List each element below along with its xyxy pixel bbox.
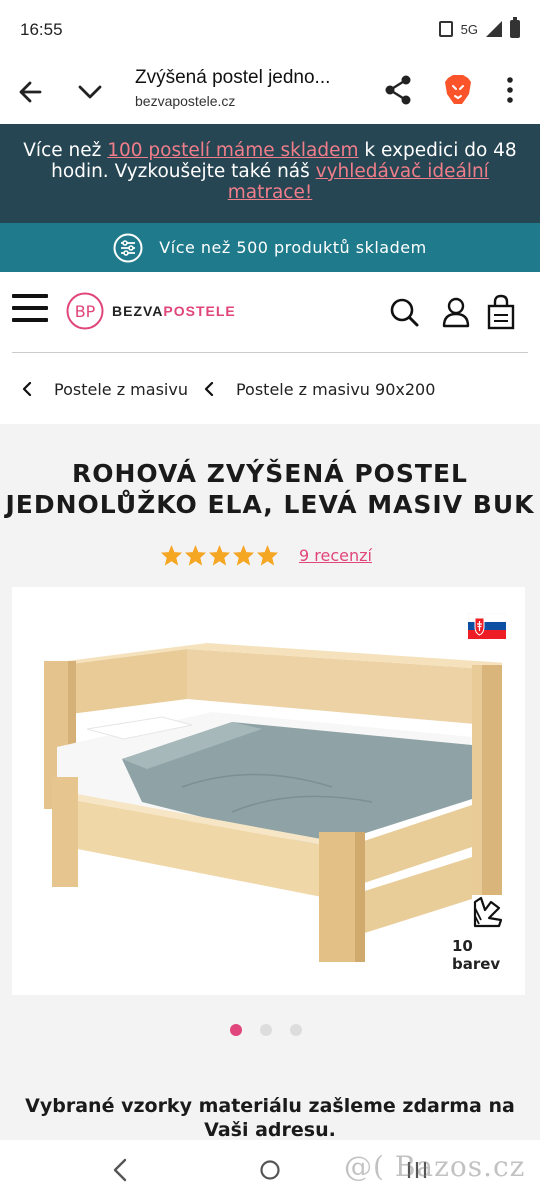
more-menu-icon[interactable] xyxy=(496,72,524,108)
shopping-bag-icon[interactable] xyxy=(486,294,516,330)
battery-icon xyxy=(510,17,520,38)
slovak-flag-icon xyxy=(468,613,506,639)
signal-icon xyxy=(486,21,502,37)
star-icon xyxy=(184,544,207,566)
sliders-icon xyxy=(113,233,143,262)
network-label: 5G xyxy=(460,21,478,37)
stock-text: Více než 500 produktů skladem xyxy=(159,238,427,257)
site-logo[interactable]: BP BEZVAPOSTELE xyxy=(66,292,236,330)
rating-stars xyxy=(160,544,279,567)
star-icon xyxy=(160,544,183,566)
reviews-link[interactable]: 9 recenzí xyxy=(299,546,372,565)
promo-banner: Více než 100 postelí máme skladem k expe… xyxy=(0,124,540,223)
logo-initials: BP xyxy=(75,302,96,321)
product-title: ROHOVÁ ZVÝŠENÁ POSTEL JEDNOLŮŽKO ELA, LE… xyxy=(5,459,535,519)
product-rating[interactable]: 9 recenzí xyxy=(160,544,372,567)
bed-illustration xyxy=(44,643,502,962)
star-icon xyxy=(208,544,231,566)
breadcrumb-item-90x200[interactable]: Postele z masivu 90x200 xyxy=(236,380,435,399)
gallery-dot[interactable] xyxy=(290,1024,302,1036)
browser-url[interactable]: bezvapostele.cz xyxy=(135,93,235,109)
promo-link-stock[interactable]: 100 postelí máme skladem xyxy=(107,140,358,161)
colors-count-label[interactable]: 10 barev xyxy=(452,937,525,973)
nfc-icon xyxy=(438,21,453,37)
chevron-left-icon xyxy=(204,382,214,396)
system-nav-bar: @( Bazos.cz xyxy=(0,1140,540,1200)
user-icon[interactable] xyxy=(441,296,471,328)
status-icons: 5G xyxy=(438,17,520,38)
gallery-pagination xyxy=(230,1024,302,1036)
brave-lion-icon[interactable] xyxy=(440,72,476,108)
promo-text-start: Více než xyxy=(23,140,108,161)
status-time: 16:55 xyxy=(20,20,63,39)
gallery-dot[interactable] xyxy=(260,1024,272,1036)
stock-bar[interactable]: Více než 500 produktů skladem xyxy=(0,223,540,272)
free-samples-text: Vybrané vzorky materiálu zašleme zdarma … xyxy=(25,1095,515,1141)
browser-page-title[interactable]: Zvýšená postel jedno... xyxy=(135,67,330,89)
gallery-dot-active[interactable] xyxy=(230,1024,242,1036)
logo-text-part2: POSTELE xyxy=(163,303,236,319)
nav-home-icon[interactable] xyxy=(258,1158,282,1182)
chevron-left-icon xyxy=(22,382,32,396)
search-icon[interactable] xyxy=(388,296,420,328)
logo-text-part1: BEZVA xyxy=(112,303,164,319)
status-bar: 16:55 5G xyxy=(0,0,540,60)
chevron-down-icon[interactable] xyxy=(72,74,108,110)
nav-back-icon[interactable] xyxy=(108,1156,132,1184)
breadcrumb: Postele z masivu Postele z masivu 90x200 xyxy=(0,354,540,424)
star-icon xyxy=(256,544,279,566)
breadcrumb-item-postele-z-masivu[interactable]: Postele z masivu xyxy=(54,380,188,399)
site-header: BP BEZVAPOSTELE xyxy=(0,272,540,354)
browser-toolbar: Zvýšená postel jedno... bezvapostele.cz xyxy=(0,60,540,124)
back-arrow-icon[interactable] xyxy=(14,74,50,110)
logo-text: BEZVAPOSTELE xyxy=(112,303,236,319)
logo-mark: BP xyxy=(66,292,104,330)
share-icon[interactable] xyxy=(380,72,416,108)
hamburger-menu-icon[interactable] xyxy=(12,294,48,328)
color-swatch-icon[interactable] xyxy=(469,894,505,930)
header-divider xyxy=(12,352,528,353)
watermark: @( Bazos.cz xyxy=(344,1150,526,1183)
product-image[interactable]: 10 barev xyxy=(12,587,525,995)
star-icon xyxy=(232,544,255,566)
